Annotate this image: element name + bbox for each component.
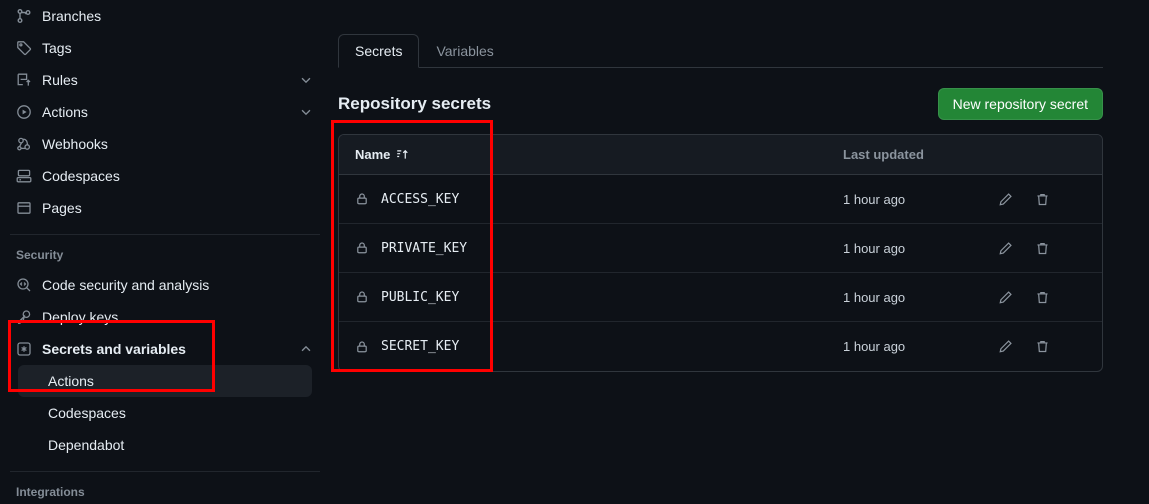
pencil-icon[interactable] (998, 241, 1013, 256)
cell-row-actions (998, 192, 1086, 207)
sidebar-subitem-dependabot[interactable]: Dependabot (18, 429, 312, 461)
tag-icon (16, 40, 32, 56)
cell-last-updated: 1 hour ago (843, 191, 906, 207)
code-scan-icon (16, 277, 32, 293)
new-repository-secret-button[interactable]: New repository secret (937, 88, 1103, 120)
main-content: Secrets Variables Repository secrets New… (330, 0, 1149, 504)
cell-last-updated: 1 hour ago (843, 289, 906, 305)
cell-secret-name: PRIVATE_KEY (355, 241, 467, 256)
pencil-icon[interactable] (998, 339, 1013, 354)
table-row[interactable]: PRIVATE_KEY 1 hour ago (339, 224, 1102, 273)
lock-icon (355, 192, 369, 206)
cell-last-updated: 1 hour ago (843, 339, 906, 354)
sidebar-item-label: Webhooks (42, 136, 108, 152)
table-row[interactable]: PUBLIC_KEY 1 hour ago (339, 273, 1102, 322)
sidebar-subitem-label: Codespaces (48, 405, 126, 421)
sidebar-divider-security (10, 234, 320, 235)
sort-ascending-icon[interactable] (396, 148, 409, 161)
lock-icon (355, 340, 369, 354)
sidebar-subitem-actions[interactable]: Actions (8, 365, 312, 397)
sidebar-item-label: Code security and analysis (42, 277, 210, 293)
chevron-down-icon[interactable] (298, 104, 314, 120)
secret-name-label: PRIVATE_KEY (381, 240, 468, 256)
sidebar-item-tags[interactable]: Tags (8, 32, 322, 64)
sidebar-section-security: Security (16, 248, 64, 262)
repository-secrets-table: Name Last updated ACCESS_KEY 1 hour ago … (338, 134, 1103, 372)
trash-icon[interactable] (1035, 290, 1050, 305)
table-header-row: Name Last updated (339, 135, 1102, 175)
table-row[interactable]: ACCESS_KEY 1 hour ago (339, 175, 1102, 224)
sidebar-item-secrets-and-variables[interactable]: Secrets and variables (8, 333, 322, 365)
cell-secret-name: SECRET_KEY (355, 339, 459, 354)
cell-row-actions (998, 290, 1086, 305)
chevron-up-icon[interactable] (298, 341, 314, 357)
cell-row-actions (998, 339, 1086, 354)
page-title: Repository secrets (338, 94, 492, 113)
sidebar-subitem-label: Dependabot (48, 437, 125, 453)
trash-icon[interactable] (1035, 241, 1050, 256)
pencil-icon[interactable] (998, 192, 1013, 207)
column-header-name[interactable]: Name (355, 147, 409, 162)
sidebar-item-label: Rules (42, 72, 78, 88)
sidebar-item-label: Actions (42, 104, 88, 120)
secrets-variables-tablist: Secrets Variables (338, 28, 1103, 68)
sidebar-section-integrations: Integrations (16, 485, 85, 499)
cell-secret-name: PUBLIC_KEY (355, 290, 459, 305)
sidebar-item-pages[interactable]: Pages (8, 192, 322, 224)
sidebar-item-label: Deploy keys (42, 309, 119, 325)
sidebar-item-actions[interactable]: Actions (8, 96, 322, 128)
sidebar-item-label: Tags (42, 40, 72, 56)
sidebar-subitem-codespaces[interactable]: Codespaces (18, 397, 312, 429)
sidebar-item-branches[interactable]: Branches (8, 0, 322, 32)
column-header-last-updated: Last updated (843, 147, 924, 162)
column-header-name-label: Name (355, 147, 391, 162)
rules-icon (16, 72, 32, 88)
secret-name-label: SECRET_KEY (381, 339, 460, 354)
sidebar-item-rules[interactable]: Rules (8, 64, 322, 96)
secret-name-label: ACCESS_KEY (381, 191, 460, 207)
webhook-icon (16, 136, 32, 152)
trash-icon[interactable] (1035, 192, 1050, 207)
sidebar-item-webhooks[interactable]: Webhooks (8, 128, 322, 160)
sidebar-item-label: Branches (42, 8, 102, 24)
key-icon (16, 309, 32, 325)
tab-label: Variables (436, 43, 494, 59)
sidebar-subitem-label: Actions (48, 373, 94, 389)
asterisk-square-icon (16, 341, 32, 357)
sidebar-item-label: Secrets and variables (42, 341, 186, 357)
play-circle-icon (16, 104, 32, 120)
secret-name-label: PUBLIC_KEY (381, 289, 460, 305)
pencil-icon[interactable] (998, 290, 1013, 305)
chevron-down-icon[interactable] (298, 72, 314, 88)
tab-label: Secrets (355, 43, 403, 59)
sidebar-item-codespaces[interactable]: Codespaces (8, 160, 322, 192)
tab-variables[interactable]: Variables (419, 34, 510, 68)
lock-icon (355, 241, 369, 255)
sidebar-divider-integrations (10, 471, 320, 472)
settings-sidebar: Branches Tags Rules Actions Webhooks Cod… (0, 0, 330, 504)
table-row[interactable]: SECRET_KEY 1 hour ago (339, 322, 1102, 371)
sidebar-item-label: Pages (42, 200, 82, 216)
cell-row-actions (998, 241, 1086, 256)
browser-icon (16, 200, 32, 216)
sidebar-item-code-security-and-analysis[interactable]: Code security and analysis (8, 269, 322, 301)
section-header: Repository secrets New repository secret (338, 88, 1103, 120)
trash-icon[interactable] (1035, 339, 1050, 354)
codespaces-icon (16, 168, 32, 184)
lock-icon (355, 290, 369, 304)
github-repo-settings-page: Branches Tags Rules Actions Webhooks Cod… (0, 0, 1149, 504)
cell-last-updated: 1 hour ago (843, 240, 906, 256)
cell-secret-name: ACCESS_KEY (355, 192, 459, 207)
sidebar-item-label: Codespaces (42, 168, 120, 184)
tab-secrets[interactable]: Secrets (338, 34, 420, 68)
git-branch-icon (16, 8, 32, 24)
sidebar-item-deploy-keys[interactable]: Deploy keys (8, 301, 322, 333)
